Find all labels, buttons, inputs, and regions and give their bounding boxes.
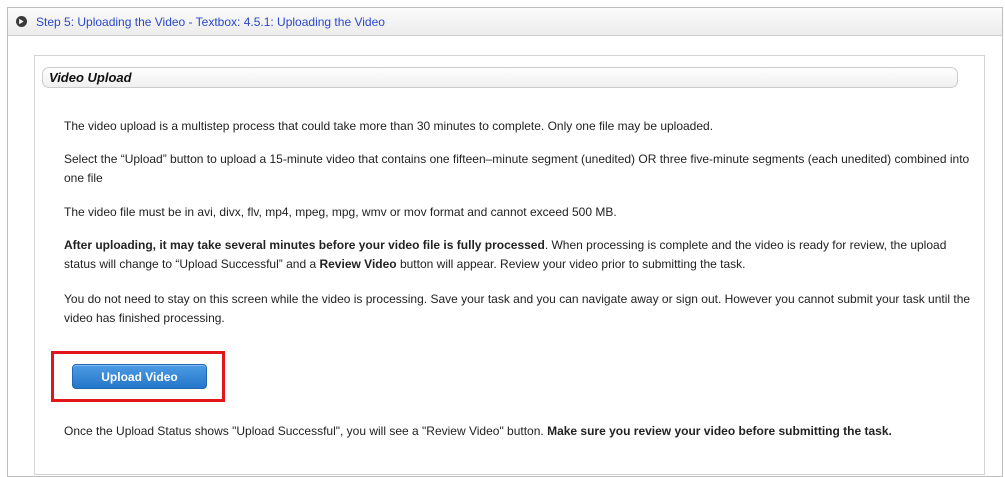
paragraph-multistep: The video upload is a multistep process … bbox=[64, 117, 979, 136]
paragraph-navigate-away: You do not need to stay on this screen w… bbox=[64, 290, 979, 328]
step-header[interactable]: Step 5: Uploading the Video - Textbox: 4… bbox=[8, 8, 1002, 36]
step-panel: Step 5: Uploading the Video - Textbox: 4… bbox=[7, 7, 1003, 477]
text-run: Once the Upload Status shows "Upload Suc… bbox=[64, 424, 548, 438]
paragraph-file-format: The video file must be in avi, divx, flv… bbox=[64, 203, 979, 222]
paragraph-select-upload: Select the “Upload” button to upload a 1… bbox=[64, 150, 979, 188]
collapse-circle-icon[interactable] bbox=[16, 16, 27, 27]
text-run: Select the “Upload” button to upload a 1… bbox=[64, 152, 970, 185]
bold-text-run: After uploading, it may take several min… bbox=[64, 238, 545, 252]
paragraph-processing: After uploading, it may take several min… bbox=[64, 236, 979, 274]
upload-video-button[interactable]: Upload Video bbox=[72, 364, 207, 389]
text-run: The video upload is a multistep process … bbox=[64, 119, 714, 133]
section-title: Video Upload bbox=[49, 70, 132, 85]
content-box: Video Upload The video upload is a multi… bbox=[34, 55, 985, 475]
text-run: You do not need to stay on this screen w… bbox=[64, 292, 971, 325]
text-run: The video file must be in avi, divx, flv… bbox=[64, 205, 617, 219]
text-run: button will appear. Review your video pr… bbox=[396, 257, 746, 271]
bold-text-run: Make sure you review your video before s… bbox=[547, 424, 892, 438]
section-header: Video Upload bbox=[42, 67, 958, 88]
footer-note: Once the Upload Status shows "Upload Suc… bbox=[64, 422, 979, 441]
step-title[interactable]: Step 5: Uploading the Video - Textbox: 4… bbox=[36, 15, 385, 29]
bold-text-run: Review Video bbox=[319, 257, 397, 271]
